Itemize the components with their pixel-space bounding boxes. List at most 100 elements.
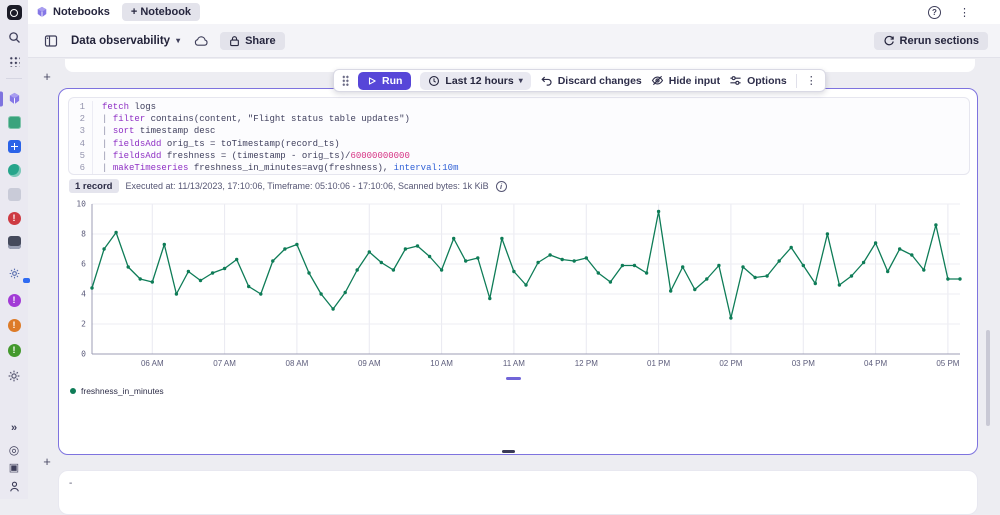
rerun-sections-button[interactable]: Rerun sections: [874, 32, 988, 50]
hide-input-button[interactable]: Hide input: [651, 74, 720, 87]
section-kebab-icon[interactable]: ⋮: [806, 74, 817, 87]
help-icon[interactable]: ?: [928, 6, 941, 19]
add-section-button-bottom[interactable]: +: [40, 454, 54, 468]
rail-app-automation[interactable]: [0, 115, 28, 130]
code-token: logs: [129, 101, 156, 113]
next-section[interactable]: -: [58, 470, 978, 515]
search-icon: [8, 31, 21, 44]
rail-app-dashboards[interactable]: [0, 139, 28, 154]
code-line[interactable]: 6| makeTimeseries freshness_in_minutes=a…: [69, 162, 969, 174]
svg-text:12 PM: 12 PM: [575, 359, 598, 368]
rail-app-hosts[interactable]: [0, 235, 28, 250]
run-label: Run: [382, 75, 402, 87]
svg-text:10: 10: [76, 200, 86, 209]
chevron-down-icon: ▾: [519, 76, 523, 85]
person-icon: [8, 480, 21, 493]
code-line[interactable]: 2| filter contains(content, "Flight stat…: [69, 113, 969, 125]
code-token: contains(content,: [145, 113, 248, 125]
svg-text:03 PM: 03 PM: [792, 359, 815, 368]
scrollbar-thumb[interactable]: [986, 330, 990, 426]
rail-notebooks[interactable]: [0, 91, 28, 106]
notebook-section[interactable]: 1fetch logs2| filter contains(content, "…: [58, 88, 978, 455]
cloud-sync-icon[interactable]: [194, 35, 209, 47]
options-label: Options: [747, 75, 787, 87]
rail-settings[interactable]: [0, 368, 28, 383]
rail-news[interactable]: ▣: [0, 461, 28, 476]
add-section-button-top[interactable]: +: [40, 69, 54, 83]
code-line[interactable]: 1fetch logs: [69, 101, 969, 113]
line-number: 4: [69, 138, 93, 150]
rail-help[interactable]: ◎: [0, 442, 28, 457]
dql-code-editor[interactable]: 1fetch logs2| filter contains(content, "…: [68, 97, 970, 175]
code-token: makeTimeseries: [113, 162, 189, 174]
lifebuoy-icon: ◎: [9, 444, 19, 456]
rail-search[interactable]: [0, 30, 28, 45]
purple-alert-icon: !: [8, 294, 21, 307]
result-bar: 1 record Executed at: 11/13/2023, 17:10:…: [69, 179, 507, 193]
rail-expand[interactable]: »: [0, 421, 28, 436]
svg-text:04 PM: 04 PM: [864, 359, 887, 368]
notebooks-cube-icon: [36, 6, 48, 18]
rail-alert-orange[interactable]: !: [0, 318, 28, 333]
timeseries-chart[interactable]: 06 AM07 AM08 AM09 AM10 AM11 AM12 PM01 PM…: [68, 197, 970, 373]
code-token: timestamp desc: [134, 125, 215, 137]
code-token: sort: [113, 125, 135, 137]
chart-resize-handle[interactable]: [506, 377, 521, 380]
code-token: freshness_in_minutes=avg(freshness),: [188, 162, 393, 174]
settings-gear-icon: [7, 369, 21, 383]
code-line[interactable]: 5| fieldsAdd freshness = (timestamp - or…: [69, 150, 969, 162]
drag-handle-icon[interactable]: [342, 75, 349, 86]
chevron-down-icon: ▾: [176, 36, 180, 45]
info-icon[interactable]: i: [496, 181, 507, 192]
svg-text:08 AM: 08 AM: [286, 359, 309, 368]
timeframe-label: Last 12 hours: [445, 75, 513, 87]
rail-app-kubernetes[interactable]: [0, 163, 28, 178]
timeframe-selector[interactable]: Last 12 hours ▾: [420, 72, 530, 90]
code-token: |: [102, 125, 113, 137]
rail-app-problems[interactable]: !: [0, 211, 28, 226]
kubernetes-app-icon: [8, 164, 21, 177]
play-icon: [367, 76, 377, 86]
run-button[interactable]: Run: [358, 72, 411, 90]
discard-changes-button[interactable]: Discard changes: [540, 75, 642, 87]
tab-notebooks[interactable]: Notebooks: [36, 6, 110, 18]
notebooks-cube-icon: [8, 92, 21, 105]
rail-account[interactable]: [0, 479, 28, 494]
code-token: |: [102, 113, 113, 125]
notebook-title-dropdown[interactable]: Data observability ▾: [71, 35, 180, 47]
code-line[interactable]: 3| sort timestamp desc: [69, 125, 969, 137]
share-button[interactable]: Share: [220, 32, 285, 50]
line-number: 1: [69, 101, 93, 113]
code-line[interactable]: 4| fieldsAdd orig_ts = toTimestamp(recor…: [69, 138, 969, 150]
toggle-sidebar-icon[interactable]: [44, 34, 58, 48]
code-token: |: [102, 150, 113, 162]
tab-new-notebook[interactable]: + Notebook: [122, 3, 200, 21]
code-token: |: [102, 162, 113, 174]
rail-app-clouds[interactable]: [0, 187, 28, 202]
share-label: Share: [245, 35, 276, 47]
code-token: fieldsAdd: [113, 138, 162, 150]
kebab-menu-icon[interactable]: ⋮: [959, 6, 970, 19]
svg-text:07 AM: 07 AM: [213, 359, 236, 368]
section-resize-handle[interactable]: [502, 450, 515, 453]
execution-meta: Executed at: 11/13/2023, 17:10:06, Timef…: [126, 181, 489, 191]
line-number: 5: [69, 150, 93, 162]
discard-changes-label: Discard changes: [558, 75, 642, 87]
rail-alert-green[interactable]: !: [0, 343, 28, 358]
next-section-placeholder: -: [69, 478, 72, 489]
code-token: fieldsAdd: [113, 150, 162, 162]
chart-legend[interactable]: freshness_in_minutes: [70, 386, 164, 396]
clouds-app-icon: [8, 188, 21, 201]
automation-app-icon: [8, 116, 21, 129]
options-button[interactable]: Options: [729, 74, 787, 87]
rail-alert-purple[interactable]: !: [0, 293, 28, 308]
section-toolbar: Run Last 12 hours ▾ Discard changes Hide…: [333, 69, 826, 92]
rail-app-services[interactable]: [0, 266, 28, 281]
svg-text:09 AM: 09 AM: [358, 359, 381, 368]
svg-text:06 AM: 06 AM: [141, 359, 164, 368]
code-token: 60000000000: [350, 150, 409, 162]
hide-input-label: Hide input: [669, 75, 720, 87]
legend-label: freshness_in_minutes: [81, 386, 164, 396]
rail-apps[interactable]: [0, 54, 28, 69]
dynatrace-logo[interactable]: [0, 5, 28, 20]
